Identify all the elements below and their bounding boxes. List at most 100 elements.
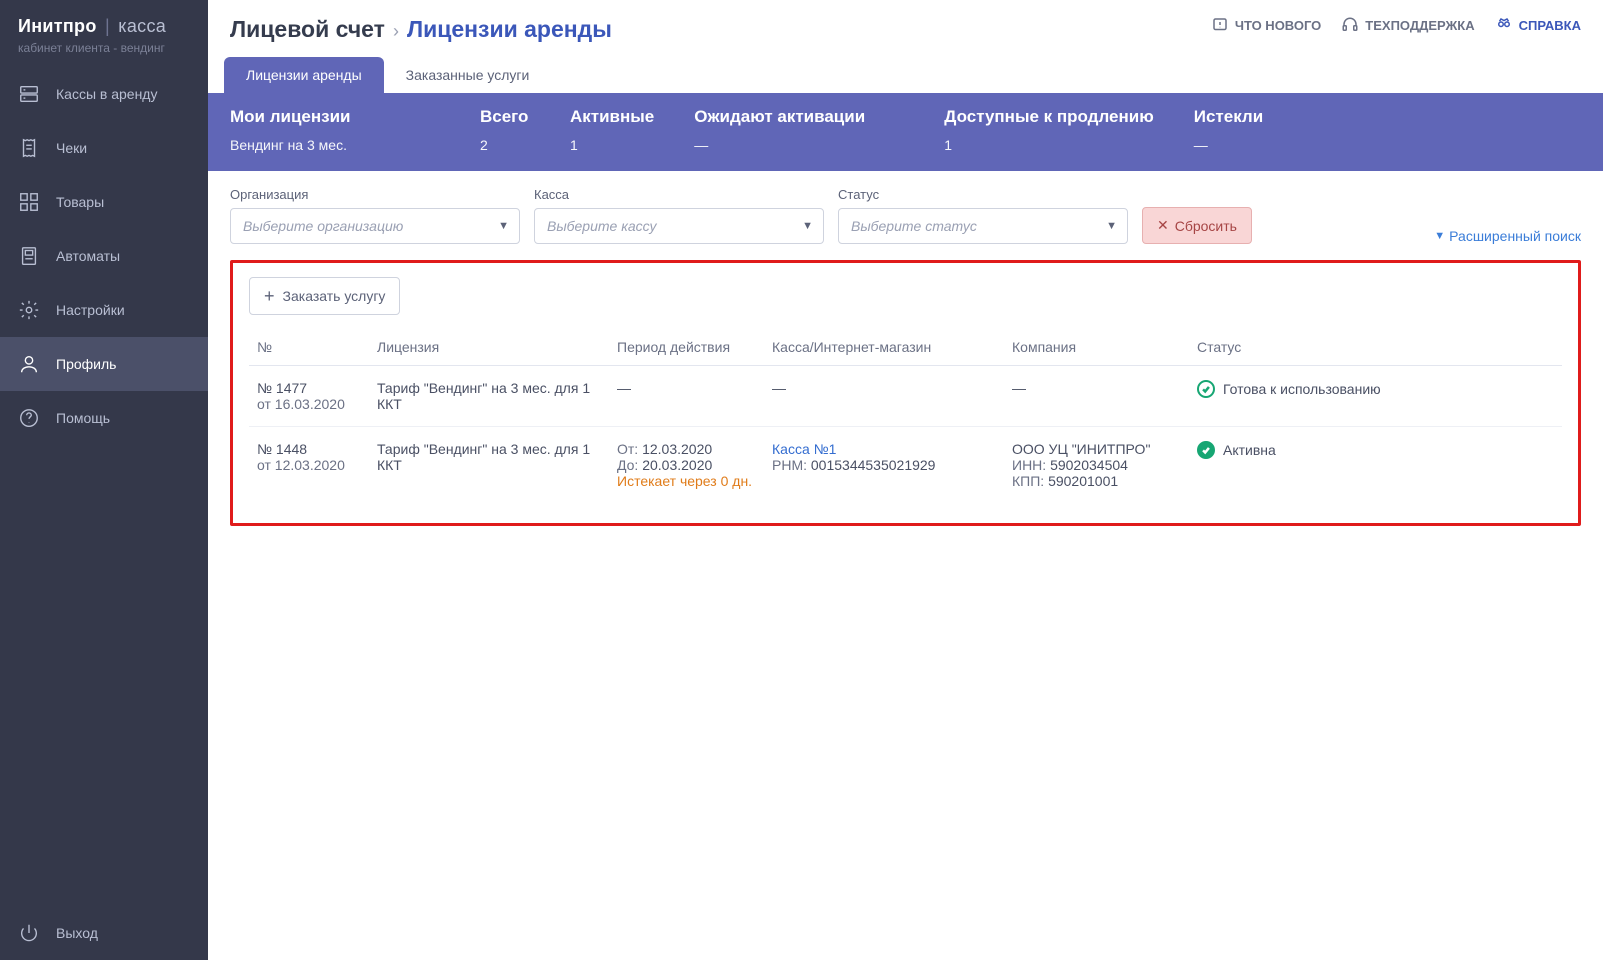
table-row[interactable]: № 1448 от 12.03.2020 Тариф "Вендинг" на … (249, 427, 1562, 504)
sidebar-item-label: Чеки (56, 140, 87, 156)
row-date: от 12.03.2020 (257, 457, 361, 473)
th-company: Компания (1004, 329, 1189, 366)
breadcrumb-current: Лицензии аренды (407, 16, 612, 43)
advanced-search-link[interactable]: ▼ Расширенный поиск (1434, 228, 1581, 244)
filters: Организация Выберите организацию ▼ Касса… (208, 171, 1603, 260)
row-license: Тариф "Вендинг" на 3 мес. для 1 ККТ (369, 366, 609, 427)
breadcrumb-root[interactable]: Лицевой счет (230, 16, 385, 43)
check-circle-filled-icon (1197, 441, 1215, 459)
kassa-link[interactable]: Касса №1 (772, 441, 996, 457)
announcement-icon (1211, 16, 1229, 34)
rnm-label: РНМ: (772, 457, 807, 473)
machine-icon (18, 245, 40, 267)
brand-product: касса (118, 16, 166, 36)
filter-org-select[interactable]: Выберите организацию ▼ (230, 208, 520, 244)
sidebar-item-vyhod[interactable]: Выход (0, 906, 208, 960)
owl-icon (1495, 16, 1513, 34)
power-icon (18, 922, 40, 944)
chevron-down-icon: ▼ (1106, 220, 1117, 232)
sidebar-item-label: Автоматы (56, 248, 120, 264)
sidebar-item-label: Настройки (56, 302, 125, 318)
toplink-label: СПРАВКА (1519, 18, 1581, 33)
tab-ordered-services[interactable]: Заказанные услуги (384, 57, 552, 93)
select-placeholder: Выберите организацию (243, 218, 403, 234)
row-license: Тариф "Вендинг" на 3 мес. для 1 ККТ (369, 427, 609, 504)
row-period: — (609, 366, 764, 427)
period-to: 20.03.2020 (642, 457, 712, 473)
sidebar-item-label: Профиль (56, 356, 116, 372)
th-status: Статус (1189, 329, 1562, 366)
summary-active-value: 1 (570, 137, 654, 153)
kpp-label: КПП: (1012, 473, 1044, 489)
select-placeholder: Выберите кассу (547, 218, 656, 234)
plus-icon: + (264, 287, 275, 305)
help-icon (18, 407, 40, 429)
grid-icon (18, 191, 40, 213)
reset-button[interactable]: ✕ Сбросить (1142, 207, 1252, 244)
brand-subtitle: кабинет клиента - вендинг (18, 41, 190, 55)
sidebar-item-label: Товары (56, 194, 104, 210)
summary-my-value: Вендинг на 3 мес. (230, 137, 440, 153)
row-company: — (1004, 366, 1189, 427)
check-circle-icon (1197, 380, 1215, 398)
filter-status-select[interactable]: Выберите статус ▼ (838, 208, 1128, 244)
sidebar-item-pomosch[interactable]: Помощь (0, 391, 208, 445)
rnm-value: 0015344535021929 (811, 457, 936, 473)
sidebar-item-profil[interactable]: Профиль (0, 337, 208, 391)
licenses-table: № Лицензия Период действия Касса/Интерне… (249, 329, 1562, 503)
row-num: № 1448 (257, 441, 361, 457)
button-label: Сбросить (1175, 218, 1237, 234)
support-link[interactable]: ТЕХПОДДЕРЖКА (1341, 16, 1474, 34)
table-row[interactable]: № 1477 от 16.03.2020 Тариф "Вендинг" на … (249, 366, 1562, 427)
filter-kassa-select[interactable]: Выберите кассу ▼ (534, 208, 824, 244)
chevron-down-icon: ▼ (498, 220, 509, 232)
summary-pending-label: Ожидают активации (694, 107, 904, 127)
order-service-button[interactable]: + Заказать услугу (249, 277, 400, 315)
breadcrumb: Лицевой счет › Лицензии аренды (230, 16, 612, 43)
chevron-down-icon: ▼ (1434, 230, 1445, 242)
sidebar-item-tovary[interactable]: Товары (0, 175, 208, 229)
row-status-text: Активна (1223, 442, 1276, 458)
sidebar-item-kassy[interactable]: Кассы в аренду (0, 67, 208, 121)
whats-new-link[interactable]: ЧТО НОВОГО (1211, 16, 1321, 34)
tabs: Лицензии аренды Заказанные услуги (208, 57, 1603, 93)
summary-total-value: 2 (480, 137, 530, 153)
help-link[interactable]: СПРАВКА (1495, 16, 1581, 34)
company-name: ООО УЦ "ИНИТПРО" (1012, 441, 1181, 457)
period-from-label: От: (617, 441, 638, 457)
chevron-down-icon: ▼ (802, 220, 813, 232)
tab-licenses-rent[interactable]: Лицензии аренды (224, 57, 384, 93)
receipt-icon (18, 137, 40, 159)
row-date: от 16.03.2020 (257, 396, 361, 412)
summary-renew-value: 1 (944, 137, 1153, 153)
summary-pending-value: — (694, 137, 904, 153)
row-status-text: Готова к использованию (1223, 381, 1381, 397)
th-num: № (249, 329, 369, 366)
summary-my-label: Мои лицензии (230, 107, 440, 127)
summary-renew-label: Доступные к продлению (944, 107, 1153, 127)
main: Лицевой счет › Лицензии аренды ЧТО НОВОГ… (208, 0, 1603, 960)
user-icon (18, 353, 40, 375)
row-kassa: — (764, 366, 1004, 427)
toplinks: ЧТО НОВОГО ТЕХПОДДЕРЖКА СПРАВКА (1211, 16, 1581, 34)
sidebar-item-label: Помощь (56, 410, 110, 426)
topbar: Лицевой счет › Лицензии аренды ЧТО НОВОГ… (208, 0, 1603, 43)
filter-org-label: Организация (230, 187, 520, 202)
sidebar-item-cheki[interactable]: Чеки (0, 121, 208, 175)
sidebar: Инитпро | касса кабинет клиента - вендин… (0, 0, 208, 960)
gear-icon (18, 299, 40, 321)
toplink-label: ТЕХПОДДЕРЖКА (1365, 18, 1474, 33)
th-license: Лицензия (369, 329, 609, 366)
inn-value: 5902034504 (1050, 457, 1128, 473)
sidebar-item-avtomaty[interactable]: Автоматы (0, 229, 208, 283)
filter-kassa-label: Касса (534, 187, 824, 202)
period-to-label: До: (617, 457, 638, 473)
licenses-panel: + Заказать услугу № Лицензия Период дейс… (230, 260, 1581, 526)
brand: Инитпро | касса кабинет клиента - вендин… (0, 0, 208, 67)
server-icon (18, 83, 40, 105)
brand-pipe: | (105, 16, 110, 36)
period-warn: Истекает через 0 дн. (617, 473, 756, 489)
select-placeholder: Выберите статус (851, 218, 977, 234)
chevron-right-icon: › (393, 21, 399, 42)
sidebar-item-nastroiki[interactable]: Настройки (0, 283, 208, 337)
